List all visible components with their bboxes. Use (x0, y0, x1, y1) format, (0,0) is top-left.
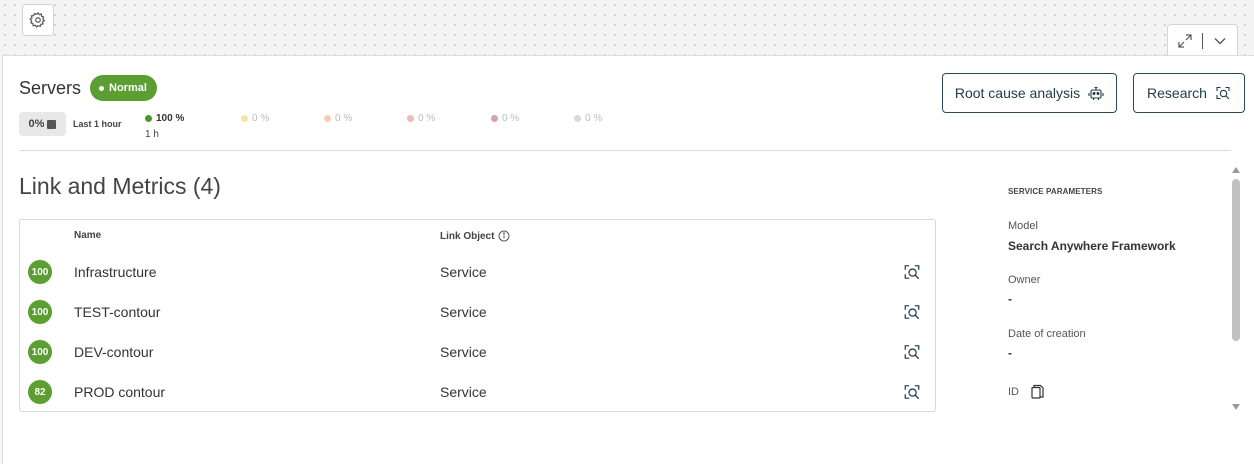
collapse-button[interactable] (1203, 25, 1237, 56)
link-metrics-table: Name Link Object 100 Infrastructure Serv… (19, 219, 936, 412)
row-link-object: Service (440, 384, 487, 400)
chevron-down-icon (1214, 37, 1226, 44)
score-badge: 82 (28, 380, 52, 404)
row-link-object: Service (440, 304, 487, 320)
square-icon (47, 119, 57, 129)
legend-label: 0 % (585, 113, 603, 124)
table-row[interactable]: 100 DEV-contour Service (20, 333, 935, 373)
robot-icon (1088, 86, 1104, 100)
research-icon[interactable] (903, 383, 921, 401)
owner-value: - (1008, 292, 1012, 306)
id-row: ID (1008, 384, 1044, 399)
legend-dot (491, 115, 498, 122)
column-header-link-object: Link Object (440, 230, 510, 242)
score-badge: 100 (28, 260, 52, 284)
row-link-object: Service (440, 344, 487, 360)
legend-dot (407, 115, 414, 122)
row-name[interactable]: DEV-contour (74, 344, 153, 360)
legend-item-3: 0 % (324, 113, 352, 124)
column-header-link-object-label: Link Object (440, 230, 495, 242)
page-title: Servers (19, 78, 82, 98)
legend-sub-label: 1 h (145, 129, 159, 140)
date-of-creation-label: Date of creation (1008, 328, 1086, 340)
score-badge: 100 (28, 300, 52, 324)
scroll-up-arrow[interactable] (1232, 167, 1240, 173)
research-icon[interactable] (903, 263, 921, 281)
expand-button[interactable] (1168, 25, 1202, 56)
table-row[interactable]: 82 PROD contour Service (20, 373, 935, 413)
legend-label: 0 % (252, 113, 270, 124)
availability-toggle[interactable]: 0% (19, 112, 66, 136)
row-name[interactable]: PROD contour (74, 384, 165, 400)
legend-dot (574, 115, 581, 122)
legend-item-5: 0 % (491, 113, 519, 124)
status-dot (99, 85, 104, 91)
legend-label: 100 % (156, 113, 185, 124)
model-label: Model (1008, 220, 1038, 232)
column-header-name: Name (74, 230, 102, 241)
root-cause-analysis-button[interactable]: Root cause analysis (942, 73, 1117, 113)
score-badge: 100 (28, 340, 52, 364)
settings-button[interactable] (22, 4, 54, 36)
service-parameters-heading: SERVICE PARAMETERS (1008, 187, 1103, 196)
status-badge-label: Normal (109, 82, 147, 94)
legend-item-1: 100 % (145, 113, 184, 124)
model-value: Search Anywhere Framework (1008, 239, 1176, 253)
row-link-object: Service (440, 264, 487, 280)
date-of-creation-value: - (1008, 346, 1012, 360)
status-badge: Normal (90, 75, 157, 101)
expand-icon (1178, 33, 1192, 48)
legend-label: 0 % (418, 113, 436, 124)
availability-value: 0% (28, 118, 45, 130)
research-button[interactable]: Research (1133, 73, 1245, 113)
legend-label: 0 % (502, 113, 520, 124)
gear-icon (29, 11, 46, 28)
period-label: Last 1 hour (73, 119, 122, 129)
header-divider (19, 150, 1231, 151)
research-icon[interactable] (903, 343, 921, 361)
copy-icon[interactable] (1031, 384, 1044, 399)
legend-item-4: 0 % (407, 113, 435, 124)
legend-dot (324, 115, 331, 122)
id-label: ID (1008, 385, 1019, 398)
scrollbar-thumb[interactable] (1232, 179, 1240, 341)
research-label: Research (1147, 85, 1207, 101)
scroll-down-arrow[interactable] (1232, 404, 1240, 410)
row-name[interactable]: TEST-contour (74, 304, 160, 320)
legend-label: 0 % (335, 113, 353, 124)
window-controls (1167, 24, 1238, 56)
legend-dot (145, 115, 152, 122)
section-title: Link and Metrics (4) (19, 173, 221, 199)
table-row[interactable]: 100 TEST-contour Service (20, 293, 935, 333)
root-cause-analysis-label: Root cause analysis (954, 85, 1081, 101)
table-row[interactable]: 100 Infrastructure Service (20, 253, 935, 293)
research-icon[interactable] (903, 303, 921, 321)
servers-panel: Servers Normal 0% Last 1 hour 100 % 1 h … (2, 55, 1254, 464)
owner-label: Owner (1008, 274, 1041, 286)
research-icon (1216, 86, 1230, 100)
legend-item-2: 0 % (241, 113, 269, 124)
row-name[interactable]: Infrastructure (74, 264, 156, 280)
info-icon[interactable] (498, 230, 510, 242)
legend-dot (241, 115, 248, 122)
legend-item-6: 0 % (574, 113, 602, 124)
